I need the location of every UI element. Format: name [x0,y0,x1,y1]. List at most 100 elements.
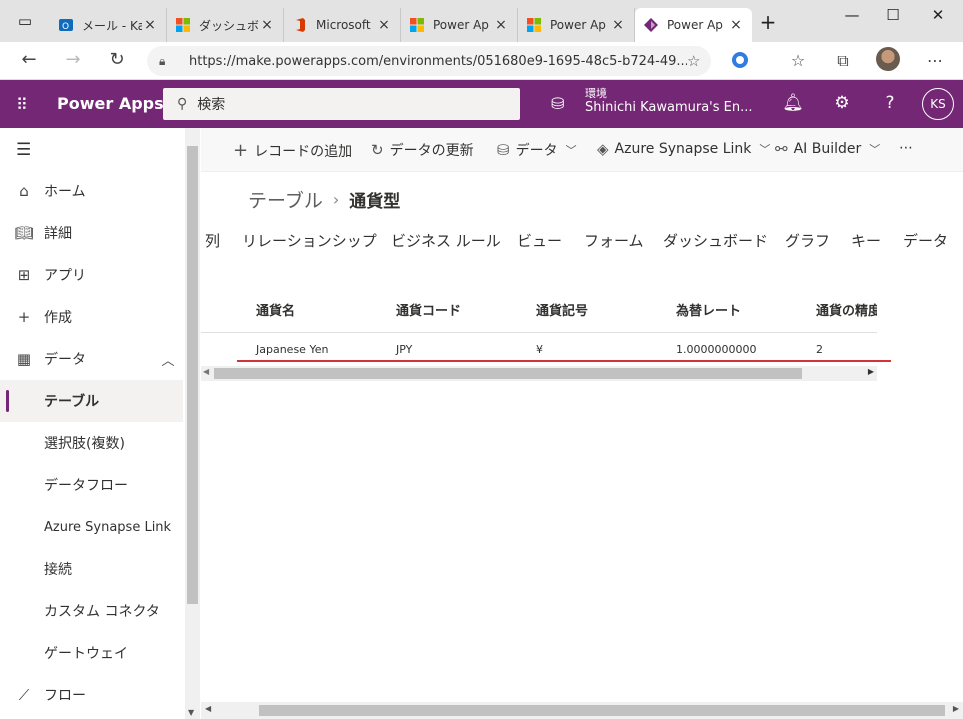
sidebar-item-gateways[interactable]: ゲートウェイ [0,632,183,674]
synapse-link-button[interactable]: ◈ Azure Synapse Link ﹀ [597,140,770,158]
refresh-data-button[interactable]: ↻ データの更新 [371,140,474,160]
close-icon[interactable]: × [259,17,275,33]
sidebar-item-label: データフロー [44,478,128,494]
more-commands-icon[interactable]: ⋯ [899,140,913,156]
chevron-right-icon: › [332,190,340,209]
scrollbar-thumb[interactable] [214,368,802,379]
address-bar-row: ← → ↻ 🔒︎ https://make.powerapps.com/envi… [0,42,963,80]
scroll-right-arrow-icon[interactable]: ▶ [953,704,959,713]
browser-tab-3[interactable]: Microsoft × [284,8,401,42]
entity-tabs: 列 リレーションシップ ビジネス ルール ビュー フォーム ダッシュボード グラ… [201,228,963,256]
browser-tab-active[interactable]: Power Ap × [635,8,752,42]
tab-keys[interactable]: キー [851,230,881,251]
column-header[interactable]: 通貨コード [396,300,461,319]
table-cell[interactable]: Japanese Yen [256,343,328,356]
scroll-right-arrow-icon[interactable]: ▶ [868,367,874,376]
tab-columns[interactable]: 列 [205,230,220,251]
browser-tab-2[interactable]: ダッシュボー × [167,8,284,42]
command-bar: + レコードの追加 ↻ データの更新 ⛁ データ ﹀ ◈ Azure Synap… [201,128,963,172]
search-box[interactable]: ⚲ 検索 [163,88,520,120]
sidebar-item-synapse-link[interactable]: Azure Synapse Link [0,506,183,548]
add-favorite-icon[interactable]: ☆ [687,52,711,70]
scrollbar-thumb[interactable] [259,705,945,716]
highlight-underline [237,360,891,362]
environment-icon[interactable]: ⛁ [551,94,564,113]
sidebar-item-dataflows[interactable]: データフロー [0,464,183,506]
environment-name[interactable]: Shinichi Kawamura's En... [585,100,755,115]
sidebar-item-label: カスタム コネクタ [44,604,160,620]
more-icon[interactable]: ⋯ [924,51,946,70]
close-icon[interactable]: × [376,17,392,33]
tab-business-rules[interactable]: ビジネス ルール [391,230,501,251]
sidebar-item-choices[interactable]: 選択肢(複数) [0,422,183,464]
data-menu-button[interactable]: ⛁ データ ﹀ [497,140,577,160]
column-header[interactable]: 通貨の精度 [816,300,877,319]
tab-actions-icon[interactable]: ▭ [15,12,35,30]
sidebar-scrollbar[interactable]: ▼ [185,128,200,719]
browser-tab-1[interactable]: O メール - Ka × [50,8,167,42]
url-text: https://make.powerapps.com/environments/… [189,53,687,69]
app-title[interactable]: Power Apps [57,94,164,113]
sidebar-item-label: 接続 [44,562,72,578]
close-icon[interactable]: × [142,17,158,33]
grid-horizontal-scrollbar[interactable]: ◀ ▶ [201,366,877,381]
maximize-icon[interactable]: ☐ [883,6,903,24]
favorites-icon[interactable]: ☆ [787,51,809,70]
ai-builder-button[interactable]: ⚯ AI Builder ﹀ [775,140,880,158]
column-header[interactable]: 通貨名 [256,300,295,319]
scroll-left-arrow-icon[interactable]: ◀ [205,704,211,713]
sidebar-item-connections[interactable]: 接続 [0,548,183,590]
plus-icon: + [17,308,31,326]
waffle-icon[interactable]: ⠿ [16,95,29,114]
sidebar-item-custom-connectors[interactable]: カスタム コネクタ [0,590,183,632]
ai-builder-icon: ⚯ [775,140,788,158]
tab-data[interactable]: データ [903,230,948,251]
table-cell[interactable]: JPY [396,343,412,356]
forward-icon[interactable]: → [62,49,84,70]
browser-tab-4[interactable]: Power Ap × [401,8,518,42]
breadcrumb-parent-link[interactable]: テーブル [248,186,323,213]
minimize-icon[interactable]: — [842,6,862,24]
refresh-icon[interactable]: ↻ [106,49,128,70]
user-avatar[interactable]: KS [922,88,954,120]
back-icon[interactable]: ← [18,49,40,70]
sidebar-item-label: 選択肢(複数) [44,436,125,452]
page-horizontal-scrollbar[interactable]: ◀ ▶ [201,702,963,719]
new-tab-icon[interactable]: + [758,10,778,34]
browser-tab-5[interactable]: Power Ap × [518,8,635,42]
column-header[interactable]: 通貨記号 [536,300,588,319]
url-field[interactable]: 🔒︎ https://make.powerapps.com/environmen… [147,46,711,76]
sidebar-item-home[interactable]: ⌂ ホーム [0,170,183,212]
sidebar-item-create[interactable]: + 作成 [0,296,183,338]
close-icon[interactable]: × [610,17,626,33]
close-window-icon[interactable]: ✕ [928,6,948,24]
settings-gear-icon[interactable]: ⚙ [831,93,853,113]
scrollbar-thumb[interactable] [187,146,198,604]
table-cell[interactable]: ¥ [536,343,543,356]
column-header[interactable]: 為替レート [676,300,741,319]
tab-relationships[interactable]: リレーションシップ [242,230,377,251]
sidebar-item-flows[interactable]: ⟋ フロー [0,674,183,716]
notification-bell-icon[interactable]: 🔔︎ [782,93,804,113]
add-record-button[interactable]: + レコードの追加 [233,140,352,161]
close-icon[interactable]: × [493,17,509,33]
extension-icon[interactable] [729,51,751,73]
sidebar-item-learn[interactable]: 📖︎ 詳細 [0,212,183,254]
chevron-up-icon[interactable]: ︿ [153,350,183,369]
sidebar-item-tables[interactable]: テーブル [0,380,183,422]
hamburger-menu-icon[interactable]: ☰ [16,140,31,160]
close-icon[interactable]: × [728,17,744,33]
tab-dashboards[interactable]: ダッシュボード [663,230,768,251]
table-cell[interactable]: 2 [816,343,823,356]
tab-charts[interactable]: グラフ [785,230,830,251]
tab-forms[interactable]: フォーム [584,230,644,251]
help-icon[interactable]: ? [879,93,901,113]
profile-avatar[interactable] [876,47,900,71]
scroll-left-arrow-icon[interactable]: ◀ [203,367,209,376]
scroll-down-arrow-icon[interactable]: ▼ [188,708,194,717]
tab-views[interactable]: ビュー [517,230,562,251]
sidebar-item-data[interactable]: ▦ データ ︿ [0,338,183,380]
collections-icon[interactable]: ⧉ [832,51,854,71]
sidebar-item-apps[interactable]: ⊞ アプリ [0,254,183,296]
table-cell[interactable]: 1.0000000000 [676,343,756,356]
